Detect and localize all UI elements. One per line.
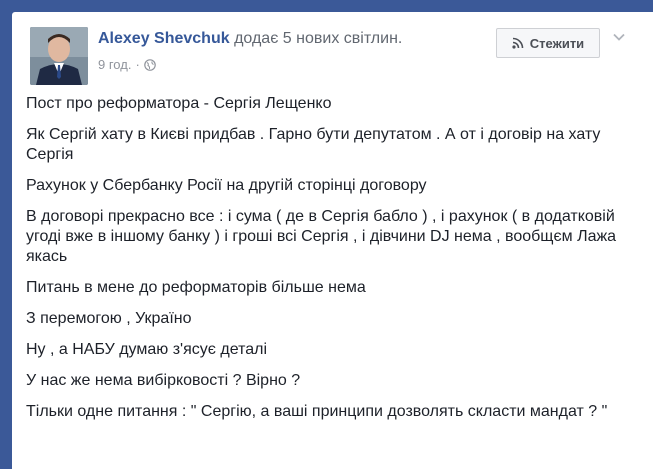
post-card: Alexey Shevchuk додає 5 нових світлин. 9… <box>12 12 653 469</box>
post-paragraph: Пост про реформатора - Сергія Лещенко <box>26 95 332 112</box>
follow-button-label: Стежити <box>529 35 585 51</box>
follow-button[interactable]: Стежити <box>496 28 600 58</box>
post-paragraph: З перемогою , Україно <box>26 310 192 327</box>
author-name-link[interactable]: Alexey Shevchuk <box>98 30 230 47</box>
post-paragraph: Тільки одне питання : " Сергію, а ваші п… <box>26 403 608 420</box>
post-paragraph: Рахунок у Сбербанку Росії на другій стор… <box>26 177 427 194</box>
post-paragraph: Як Сергій хату в Києві придбав . Гарно б… <box>26 126 601 163</box>
post-meta: 9 год. · <box>98 57 156 72</box>
post-header-line: Alexey Shevchuk додає 5 нових світлин. <box>98 30 402 48</box>
post-text: Пост про реформатора - Сергія Лещенко Як… <box>26 94 626 433</box>
post-action-text: додає 5 нових світлин. <box>229 30 403 47</box>
globe-icon[interactable] <box>143 58 156 71</box>
author-avatar[interactable] <box>30 27 88 85</box>
post-timestamp[interactable]: 9 год. <box>98 57 131 72</box>
post-paragraph: В договорі прекрасно все : і сума ( де в… <box>26 208 617 265</box>
chevron-down-icon[interactable] <box>612 30 626 44</box>
rss-icon <box>512 37 524 49</box>
avatar-photo <box>30 27 88 85</box>
page-background-left <box>0 0 12 469</box>
post-paragraph: Питань в мене до реформаторів більше нем… <box>26 279 366 296</box>
post-paragraph: Ну , а НАБУ думаю з'ясує деталі <box>26 341 268 358</box>
meta-separator: · <box>135 57 140 72</box>
page-background-top <box>0 0 653 12</box>
post-paragraph: У нас же нема вибірковості ? Вірно ? <box>26 372 301 389</box>
